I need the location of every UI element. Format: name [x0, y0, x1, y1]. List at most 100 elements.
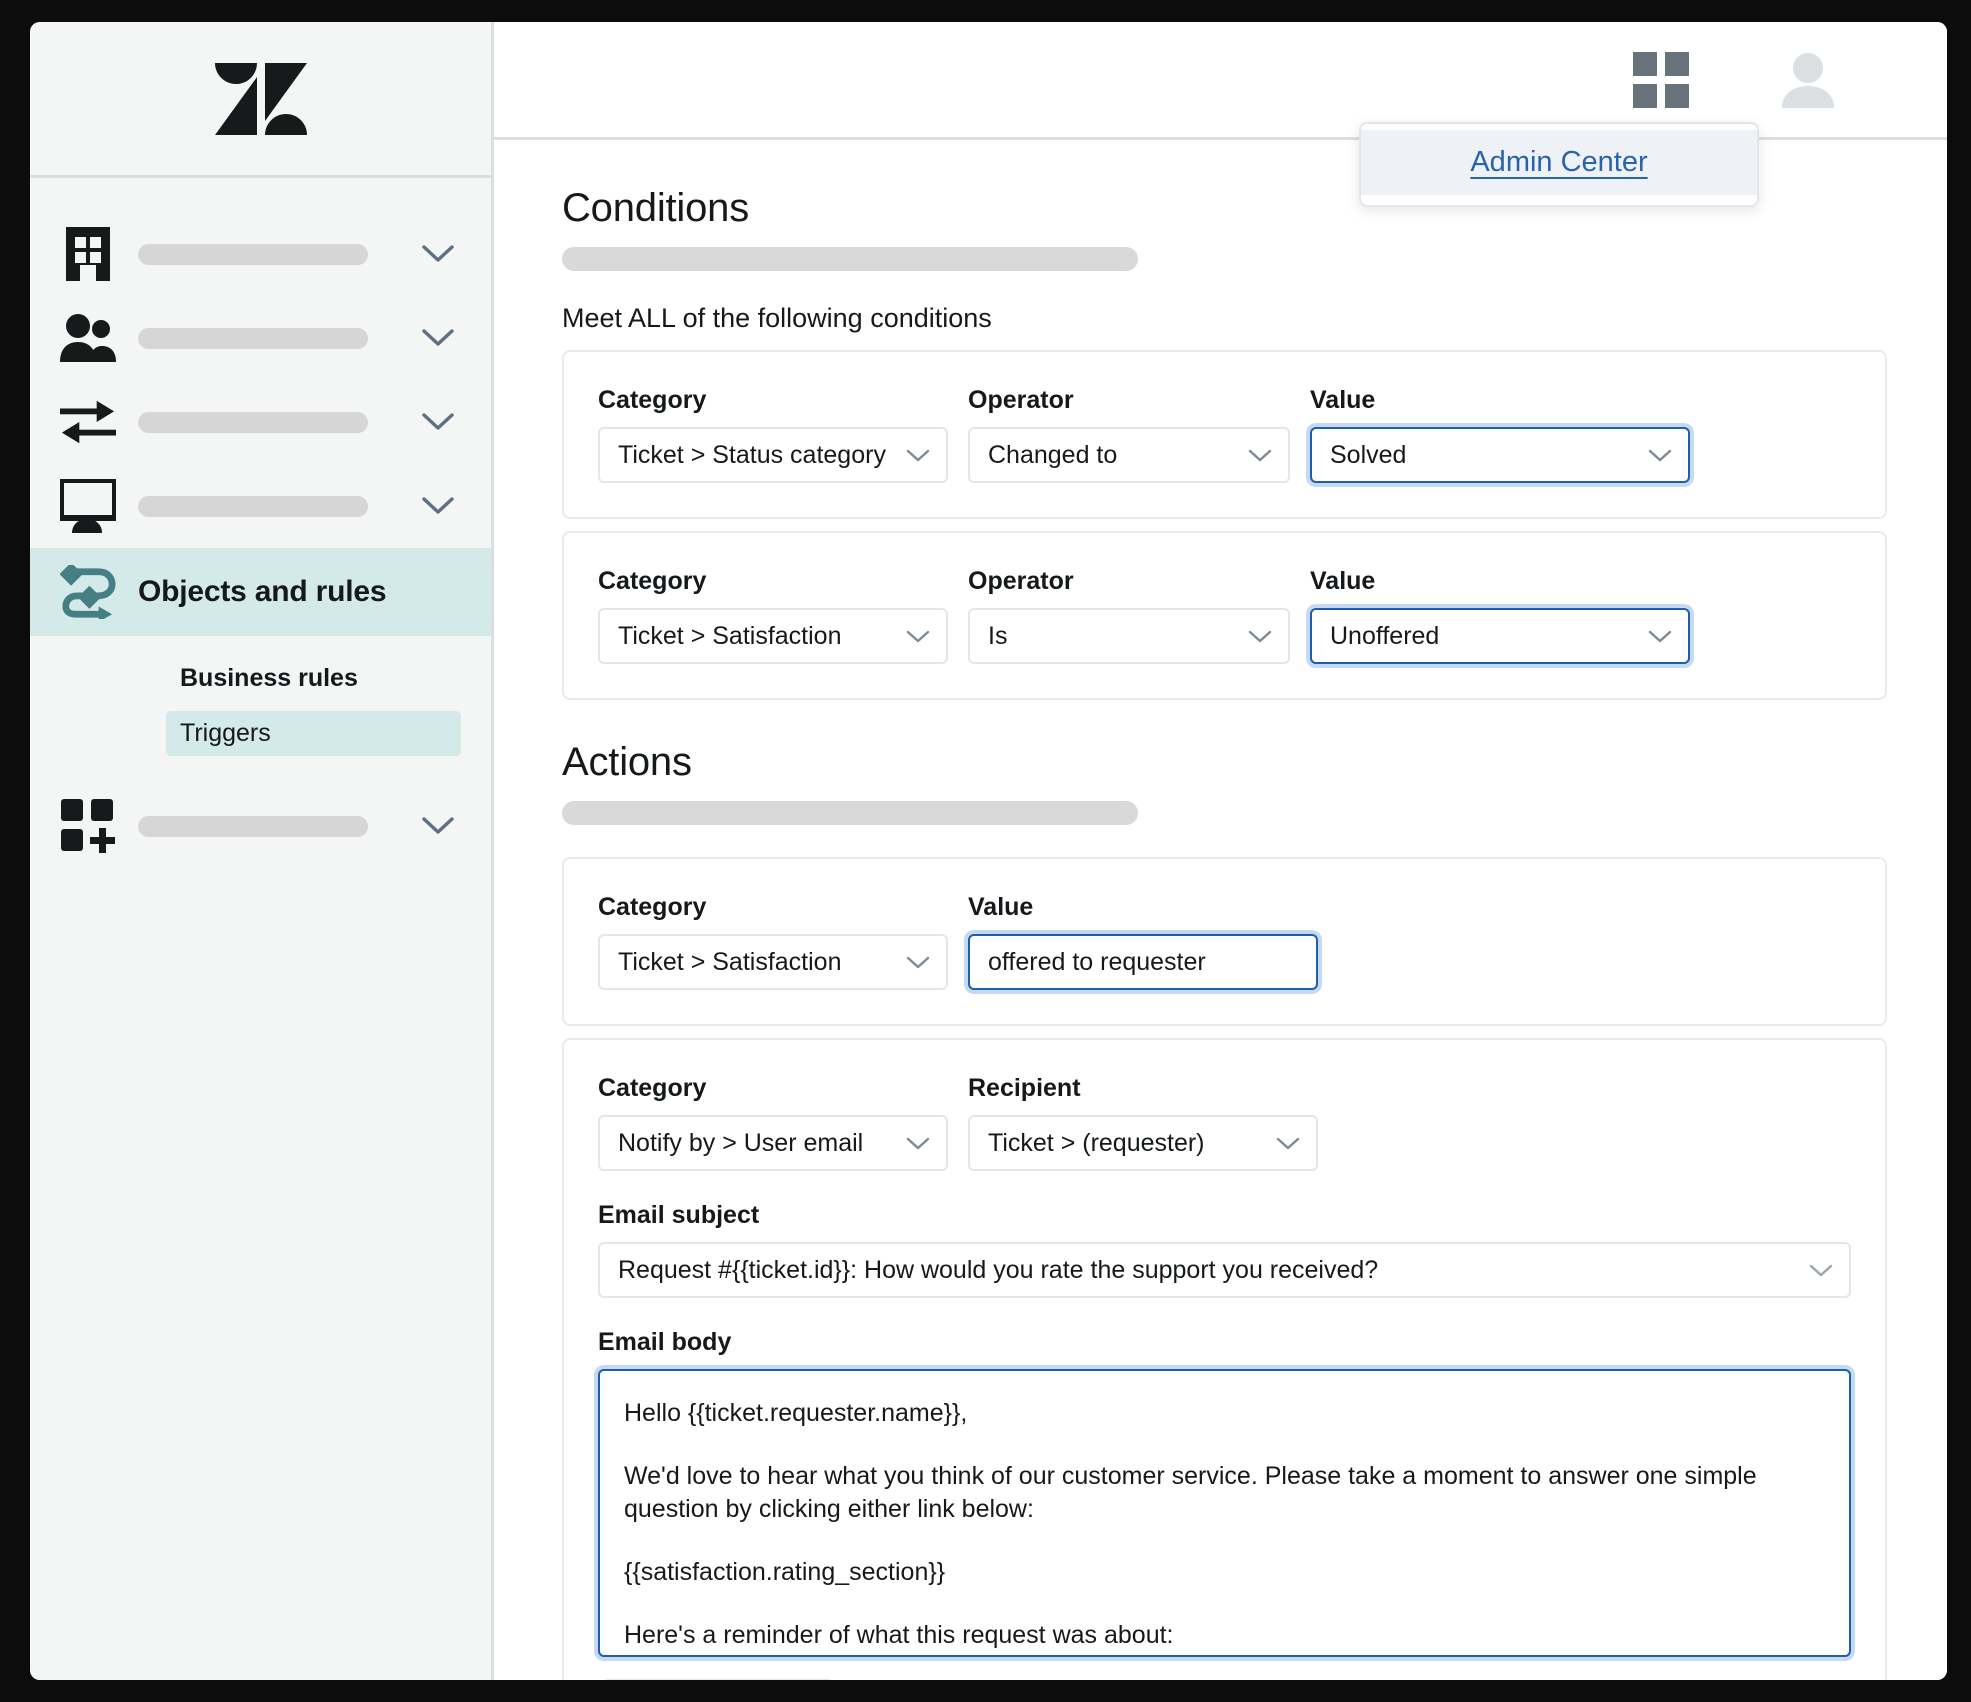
chevron-down-icon[interactable] — [421, 497, 455, 515]
notify-recipient-field: Recipient Ticket > (requester) — [968, 1074, 1318, 1171]
email-body-textarea[interactable]: Hello {{ticket.requester.name}}, We'd lo… — [598, 1369, 1851, 1657]
notify-category-select[interactable]: Notify by > User email — [598, 1115, 948, 1171]
select-value: Ticket > Satisfaction — [618, 947, 842, 976]
chevron-down-icon[interactable] — [421, 817, 455, 835]
monitor-agent-icon — [60, 478, 116, 534]
email-body-line: Hello {{ticket.requester.name}}, — [624, 1399, 968, 1427]
sidebar-subitem-triggers[interactable]: Triggers — [166, 711, 461, 756]
chevron-down-icon — [1276, 1129, 1300, 1158]
actions-heading: Actions — [562, 740, 692, 784]
field-label: Value — [1310, 567, 1376, 595]
select-value: Ticket > (requester) — [988, 1128, 1205, 1157]
sidebar-item-workspaces[interactable] — [30, 464, 491, 548]
chevron-down-icon — [906, 1129, 930, 1158]
input-value: offered to requester — [988, 947, 1206, 976]
chevron-down-icon — [1809, 1256, 1833, 1285]
sidebar-nav: Objects and rules Business rules Trigger… — [30, 178, 491, 1680]
admin-center-popup: Admin Center — [1359, 122, 1759, 207]
main-area: Admin Center Conditions Meet ALL of the … — [494, 22, 1947, 1680]
select-value: Request #{{ticket.id}}: How would you ra… — [618, 1255, 1379, 1284]
condition-value-field: Value Solved — [1310, 386, 1690, 483]
email-subject-label: Email subject — [598, 1201, 760, 1229]
actions-description-placeholder — [562, 801, 1138, 825]
email-body-label: Email body — [598, 1328, 732, 1356]
action-category-select[interactable]: Ticket > Satisfaction — [598, 934, 948, 990]
action-value-field: Value offered to requester — [968, 893, 1318, 990]
action-value-input[interactable]: offered to requester — [968, 934, 1318, 990]
grid-apps-icon[interactable] — [1633, 51, 1689, 108]
chevron-down-icon — [906, 622, 930, 651]
admin-center-link[interactable]: Admin Center — [1470, 146, 1647, 178]
sidebar-item-label-placeholder — [138, 815, 368, 837]
email-subject-select[interactable]: Request #{{ticket.id}}: How would you ra… — [598, 1242, 1851, 1298]
content-panel: Conditions Meet ALL of the following con… — [494, 140, 1947, 1680]
action-category-field: Category Ticket > Satisfaction — [598, 893, 948, 990]
sidebar-item-account[interactable] — [30, 212, 491, 296]
field-label: Operator — [968, 386, 1074, 414]
chevron-down-icon[interactable] — [421, 245, 455, 263]
objects-and-rules-icon — [60, 564, 116, 620]
action-fields-row: Category Notify by > User email Recipien… — [598, 1074, 1851, 1171]
field-label: Value — [1310, 386, 1376, 414]
action-fields-row: Category Ticket > Satisfaction Value off… — [598, 893, 1851, 990]
notify-category-field: Category Notify by > User email — [598, 1074, 948, 1171]
sidebar-item-people[interactable] — [30, 296, 491, 380]
sidebar-item-label-placeholder — [138, 411, 368, 433]
sidebar-item-label-placeholder — [138, 243, 368, 265]
action-footer-placeholder — [598, 1679, 838, 1680]
admin-center-menu-item[interactable]: Admin Center — [1361, 130, 1757, 195]
condition-category-select[interactable]: Ticket > Satisfaction — [598, 608, 948, 664]
chevron-down-icon — [1648, 441, 1672, 470]
sidebar-item-apps[interactable] — [30, 784, 491, 868]
condition-operator-select[interactable]: Changed to — [968, 427, 1290, 483]
screenshot-frame: Objects and rules Business rules Trigger… — [0, 0, 1971, 1702]
field-label: Category — [598, 386, 707, 414]
condition-card: Category Ticket > Satisfaction Operator … — [562, 531, 1887, 700]
sidebar-item-label-placeholder — [138, 495, 368, 517]
app-window: Objects and rules Business rules Trigger… — [30, 22, 1947, 1680]
field-label: Recipient — [968, 1074, 1081, 1102]
select-value: Unoffered — [1330, 621, 1440, 650]
transfer-arrows-icon — [60, 394, 116, 450]
field-label: Category — [598, 567, 707, 595]
field-label: Operator — [968, 567, 1074, 595]
action-card-satisfaction: Category Ticket > Satisfaction Value off… — [562, 857, 1887, 1026]
field-label: Category — [598, 893, 707, 921]
sidebar-item-channels[interactable] — [30, 380, 491, 464]
email-body-line: We'd love to hear what you think of our … — [624, 1462, 1757, 1523]
condition-category-field: Category Ticket > Satisfaction — [598, 567, 948, 664]
sidebar-subitem-business-rules[interactable]: Business rules — [166, 656, 461, 701]
condition-category-select[interactable]: Ticket > Status category — [598, 427, 948, 483]
field-label: Value — [968, 893, 1034, 921]
condition-operator-select[interactable]: Is — [968, 608, 1290, 664]
condition-value-field: Value Unoffered — [1310, 567, 1690, 664]
condition-operator-field: Operator Is — [968, 567, 1290, 664]
chevron-down-icon — [1248, 622, 1272, 651]
email-body-line: {{satisfaction.rating_section}} — [624, 1558, 946, 1586]
sidebar-item-objects-and-rules[interactable]: Objects and rules — [30, 548, 491, 636]
sidebar-item-label-placeholder — [138, 327, 368, 349]
sidebar: Objects and rules Business rules Trigger… — [30, 22, 494, 1680]
conditions-description-placeholder — [562, 247, 1138, 271]
condition-fields-row: Category Ticket > Satisfaction Operator … — [598, 567, 1851, 664]
user-avatar-icon[interactable] — [1779, 52, 1837, 108]
people-icon — [60, 310, 116, 366]
apps-add-icon — [60, 798, 116, 854]
chevron-down-icon — [906, 441, 930, 470]
chevron-down-icon[interactable] — [421, 329, 455, 347]
sidebar-item-label: Objects and rules — [138, 575, 387, 608]
select-value: Is — [988, 621, 1008, 650]
chevron-down-icon[interactable] — [421, 413, 455, 431]
notify-recipient-select[interactable]: Ticket > (requester) — [968, 1115, 1318, 1171]
action-card-notify: Category Notify by > User email Recipien… — [562, 1038, 1887, 1680]
select-value: Solved — [1330, 440, 1407, 469]
select-value: Ticket > Status category — [618, 440, 886, 469]
condition-value-select[interactable]: Unoffered — [1310, 608, 1690, 664]
chevron-down-icon — [1248, 441, 1272, 470]
email-body-line: Here's a reminder of what this request w… — [624, 1621, 1174, 1649]
sidebar-logo-area — [30, 22, 491, 178]
select-value: Changed to — [988, 440, 1118, 469]
condition-value-select[interactable]: Solved — [1310, 427, 1690, 483]
select-value: Ticket > Satisfaction — [618, 621, 842, 650]
condition-operator-field: Operator Changed to — [968, 386, 1290, 483]
